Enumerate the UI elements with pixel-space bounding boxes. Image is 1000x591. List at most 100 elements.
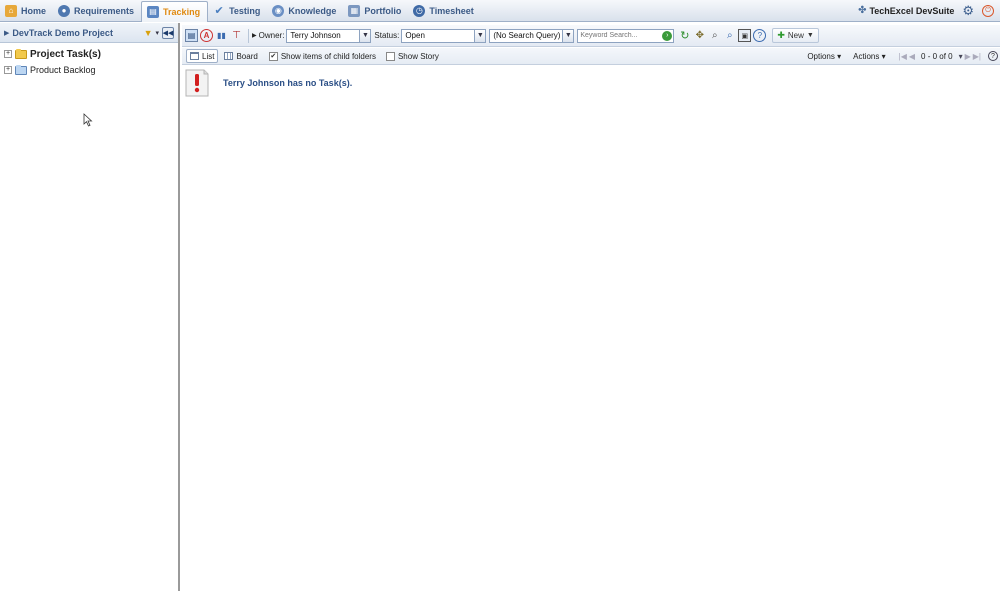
actions-menu-label: Actions [853, 51, 880, 61]
new-task-button[interactable]: ✚ New ▼ [772, 28, 819, 43]
owner-label: Owner: [258, 31, 285, 40]
keyword-search-input[interactable] [578, 29, 663, 42]
requirements-icon: ● [58, 4, 71, 17]
list-view-icon[interactable]: ▤ [185, 29, 198, 42]
tree-item-label: Project Task(s) [30, 48, 101, 60]
task-list-area: Terry Johnson has no Task(s). [182, 66, 1000, 591]
search-query-select[interactable]: (No Search Query) ▼ [489, 28, 575, 43]
nav-tab-label: Testing [229, 5, 261, 16]
nav-tab-home[interactable]: ⌂ Home [0, 1, 53, 21]
owner-select[interactable]: Terry Johnson ▼ [286, 28, 372, 43]
nav-tab-portfolio[interactable]: ▦ Portfolio [343, 1, 408, 21]
page-size-dropdown-icon[interactable]: ▾ [959, 52, 963, 61]
nav-tab-label: Knowledge [288, 5, 337, 16]
gear-icon[interactable]: ⚙ [962, 3, 974, 19]
caret-right-icon[interactable]: ▶ [4, 29, 9, 37]
owner-value: Terry Johnson [290, 31, 341, 40]
nav-tab-label: Tracking [163, 6, 201, 17]
status-select[interactable]: Open ▼ [401, 28, 487, 43]
top-nav-bar: ⌂ Home ● Requirements ▤ Tracking ✔ Testi… [0, 0, 1000, 22]
advanced-search-icon[interactable]: ⌕ [723, 29, 736, 42]
options-menu[interactable]: Options ▾ [807, 52, 841, 61]
nav-tab-tracking[interactable]: ▤ Tracking [141, 0, 209, 22]
show-child-folders-label: Show items of child folders [280, 51, 376, 61]
show-story-label: Show Story [397, 51, 439, 61]
logout-icon[interactable]: ⏻ [982, 4, 994, 17]
search-go-icon[interactable]: › [662, 30, 673, 41]
open-folder-icon [15, 64, 27, 75]
mouse-pointer-icon [83, 113, 93, 127]
board-icon [224, 52, 234, 60]
search-query-value: (No Search Query) [493, 31, 561, 40]
expand-icon[interactable]: + [4, 66, 12, 74]
board-view-button[interactable]: Board [221, 49, 260, 63]
nav-tab-requirements[interactable]: ● Requirements [53, 1, 141, 21]
last-page-icon[interactable]: ▶| [973, 52, 981, 61]
tracking-icon: ▤ [147, 5, 160, 18]
search-icon[interactable]: ⌕ [708, 29, 721, 42]
actions-menu[interactable]: Actions ▾ [853, 52, 885, 61]
project-tree-panel: ▶ DevTrack Demo Project ▼ ▾ ◀◀ + Project… [0, 23, 180, 591]
toolbar-separator [248, 28, 249, 43]
chevron-down-icon[interactable]: ▼ [359, 29, 371, 42]
refresh-icon[interactable]: ↻ [678, 29, 691, 42]
alert-icon [185, 69, 209, 97]
filter-icon[interactable]: ▼ [144, 28, 153, 38]
chevron-down-icon[interactable]: ▼ [562, 29, 574, 42]
nav-tab-label: Portfolio [364, 5, 402, 16]
timesheet-icon: ◷ [413, 4, 426, 17]
expand-icon[interactable]: + [4, 50, 12, 58]
chevron-down-icon: ▼ [806, 32, 814, 39]
show-story-checkbox[interactable] [385, 51, 395, 61]
project-tools: ▼ ▾ ◀◀ [144, 26, 174, 39]
list-view-button[interactable]: List [186, 49, 219, 63]
help-icon[interactable]: ? [753, 29, 767, 42]
empty-state-message: Terry Johnson has no Task(s). [223, 78, 353, 88]
new-button-label: New [787, 31, 804, 40]
status-label: Status: [374, 31, 400, 40]
tree-item-project-tasks[interactable]: + Project Task(s) [0, 46, 178, 62]
nav-tab-label: Timesheet [429, 5, 474, 16]
layout-icon[interactable]: ▣ [738, 29, 752, 42]
collapse-panel-button[interactable]: ◀◀ [162, 26, 174, 39]
nav-tab-knowledge[interactable]: ◉ Knowledge [267, 1, 343, 21]
board-view-label: Board [236, 51, 258, 61]
nav-right-area: ✤ TechExcel DevSuite ⚙ ⏻ [858, 3, 1000, 19]
testing-icon: ✔ [214, 5, 224, 17]
plus-icon: ✚ [777, 30, 785, 40]
home-icon: ⌂ [5, 4, 17, 17]
first-page-icon[interactable]: |◀ [899, 52, 907, 61]
move-icon[interactable]: ✥ [693, 29, 706, 42]
brand-name: TechExcel DevSuite [869, 5, 955, 16]
filter-settings-icon[interactable]: ⊤ [230, 29, 243, 42]
keyword-search-box: › [577, 28, 675, 43]
view-toolbar: List Board ✔ Show items of child folders… [182, 48, 1000, 65]
chart-icon[interactable]: ▮▮ [215, 29, 228, 42]
chevron-down-icon[interactable]: ▼ [474, 29, 486, 42]
portfolio-icon: ▦ [348, 4, 361, 17]
view-toolbar-right: Options ▾ Actions ▾ |◀ ◀ 0 - 0 of 0 ▾ ▶ … [807, 51, 1000, 61]
pager-text: 0 - 0 of 0 [921, 51, 953, 61]
nav-tab-testing[interactable]: ✔ Testing [208, 1, 267, 21]
list-view-label: List [202, 51, 215, 61]
show-child-folders-checkbox[interactable]: ✔ [268, 51, 278, 61]
options-menu-label: Options [807, 51, 835, 61]
tree-item-product-backlog[interactable]: + Product Backlog [0, 62, 178, 78]
help-icon[interactable]: ? [988, 51, 998, 61]
status-value: Open [405, 31, 425, 40]
tree-item-label: Product Backlog [30, 65, 96, 75]
caret-right-icon: ▶ [252, 33, 257, 39]
brand-logo-icon: ✤ [858, 5, 867, 16]
prev-page-icon[interactable]: ◀ [909, 52, 915, 61]
nav-tab-label: Requirements [74, 5, 135, 16]
project-title[interactable]: DevTrack Demo Project [12, 28, 113, 38]
folder-icon [15, 48, 27, 59]
list-icon [190, 52, 199, 60]
nav-tab-label: Home [21, 5, 47, 16]
next-page-icon[interactable]: ▶ [965, 52, 971, 61]
task-toolbar: ▤ A ▮▮ ⊤ ▶ Owner: Terry Johnson ▼ Status… [182, 25, 1000, 47]
report-icon[interactable]: A [200, 29, 213, 42]
nav-tab-timesheet[interactable]: ◷ Timesheet [408, 1, 480, 21]
dropdown-arrow-icon[interactable]: ▾ [155, 29, 159, 37]
project-header: ▶ DevTrack Demo Project ▼ ▾ ◀◀ [0, 23, 178, 43]
